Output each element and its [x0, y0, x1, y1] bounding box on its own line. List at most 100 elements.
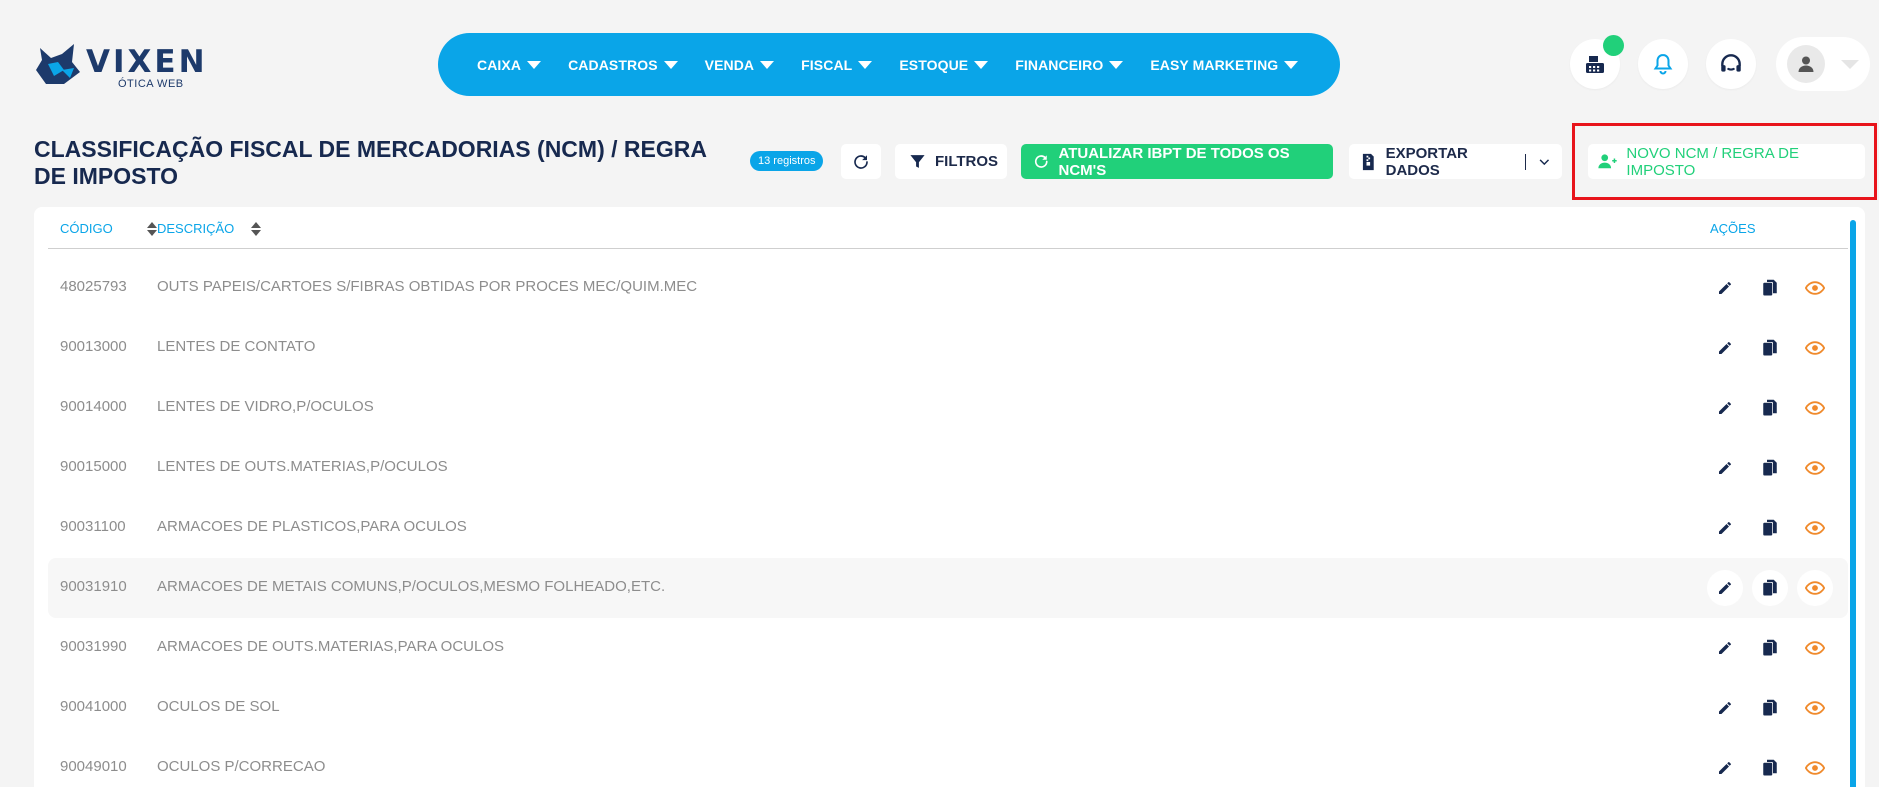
copy-button[interactable] — [1752, 390, 1788, 426]
edit-button[interactable] — [1707, 330, 1743, 366]
caret-down-icon — [974, 61, 989, 69]
nav-label: FINANCEIRO — [1015, 56, 1104, 73]
sort-icon[interactable] — [251, 221, 262, 236]
nav-caixa[interactable]: CAIXA — [477, 57, 542, 73]
caret-down-icon — [663, 61, 678, 69]
copy-button[interactable] — [1752, 630, 1788, 666]
copy-icon — [1763, 579, 1777, 596]
column-header-actions: AÇÕES — [1710, 221, 1756, 236]
edit-button[interactable] — [1707, 750, 1743, 786]
caret-down-icon — [760, 61, 775, 69]
view-button[interactable] — [1797, 390, 1833, 426]
pencil-icon — [1719, 402, 1731, 414]
notifications-button[interactable] — [1638, 39, 1688, 89]
table-row[interactable]: 48025793 OUTS PAPEIS/CARTOES S/FIBRAS OB… — [48, 258, 1848, 318]
eye-icon — [1805, 761, 1825, 775]
ncm-description: LENTES DE VIDRO,P/OCULOS — [157, 398, 374, 415]
nav-fiscal[interactable]: FISCAL — [801, 56, 873, 73]
table-row[interactable]: 90041000 OCULOS DE SOL — [48, 678, 1848, 738]
nav-financeiro[interactable]: FINANCEIRO — [1015, 56, 1124, 73]
caret-down-icon — [1109, 61, 1124, 69]
table-row[interactable]: 90031910 ARMACOES DE METAIS COMUNS,P/OCU… — [48, 558, 1848, 618]
export-data-button[interactable]: EXPORTAR DADOS — [1349, 144, 1562, 179]
edit-button[interactable] — [1707, 690, 1743, 726]
pencil-icon — [1719, 702, 1731, 714]
copy-button[interactable] — [1752, 690, 1788, 726]
export-label: EXPORTAR DADOS — [1385, 144, 1468, 179]
table-row[interactable]: 90015000 LENTES DE OUTS.MATERIAS,P/OCULO… — [48, 438, 1848, 498]
view-button[interactable] — [1797, 570, 1833, 606]
column-header-label: DESCRIÇÃO — [157, 221, 235, 236]
view-button[interactable] — [1797, 630, 1833, 666]
copy-button[interactable] — [1752, 450, 1788, 486]
pencil-icon — [1719, 642, 1731, 654]
nav-easy-marketing[interactable]: EASY MARKETING — [1150, 56, 1299, 73]
nav-cadastros[interactable]: CADASTROS — [568, 57, 678, 73]
scrollbar[interactable] — [1850, 220, 1856, 787]
sort-icon[interactable] — [146, 221, 157, 236]
new-ncm-button[interactable]: NOVO NCM / REGRA DE IMPOSTO — [1588, 144, 1865, 179]
nav-venda[interactable]: VENDA — [705, 57, 775, 73]
ncm-description: LENTES DE CONTATO — [157, 338, 316, 355]
column-header-code[interactable]: CÓDIGO — [60, 221, 157, 236]
nav-label: EASY MARKETING — [1150, 56, 1279, 73]
copy-icon — [1763, 459, 1777, 476]
ncm-description: ARMACOES DE METAIS COMUNS,P/OCULOS,MESMO… — [157, 578, 666, 595]
edit-button[interactable] — [1707, 510, 1743, 546]
refresh-button[interactable] — [841, 144, 881, 179]
logo[interactable]: VIXEN ÓTICA WEB — [34, 40, 224, 92]
column-header-description[interactable]: DESCRIÇÃO — [157, 221, 262, 236]
table-row[interactable]: 90013000 LENTES DE CONTATO — [48, 318, 1848, 378]
records-count-badge: 13 registros — [750, 151, 824, 171]
edit-button[interactable] — [1707, 270, 1743, 306]
table-header: CÓDIGO DESCRIÇÃO AÇÕES — [48, 207, 1848, 249]
view-button[interactable] — [1797, 450, 1833, 486]
table-row[interactable]: 90014000 LENTES DE VIDRO,P/OCULOS — [48, 378, 1848, 438]
copy-icon — [1763, 699, 1777, 716]
table-row[interactable]: 90049010 OCULOS P/CORRECAO — [48, 738, 1848, 787]
support-button[interactable] — [1706, 39, 1756, 89]
ncm-code: 90041000 — [60, 698, 127, 715]
eye-icon — [1805, 701, 1825, 715]
copy-button[interactable] — [1752, 270, 1788, 306]
copy-button[interactable] — [1752, 570, 1788, 606]
copy-icon — [1763, 759, 1777, 776]
pencil-icon — [1719, 582, 1731, 594]
eye-icon — [1805, 281, 1825, 295]
filter-icon — [910, 155, 925, 168]
update-ibpt-button[interactable]: ATUALIZAR IBPT DE TODOS OS NCM'S — [1021, 144, 1333, 179]
nav-label: FISCAL — [801, 56, 853, 73]
copy-button[interactable] — [1752, 510, 1788, 546]
table-row[interactable]: 90031100 ARMACOES DE PLASTICOS,PARA OCUL… — [48, 498, 1848, 558]
chevron-down-icon[interactable] — [1538, 155, 1551, 169]
copy-icon — [1763, 519, 1777, 536]
add-user-icon — [1598, 154, 1617, 169]
ncm-code: 90013000 — [60, 338, 127, 355]
eye-icon — [1805, 401, 1825, 415]
copy-button[interactable] — [1752, 330, 1788, 366]
edit-button[interactable] — [1707, 390, 1743, 426]
copy-icon — [1763, 279, 1777, 296]
edit-button[interactable] — [1707, 630, 1743, 666]
user-menu[interactable] — [1776, 37, 1870, 91]
edit-button[interactable] — [1707, 450, 1743, 486]
table-row[interactable]: 90031990 ARMACOES DE OUTS.MATERIAS,PARA … — [48, 618, 1848, 678]
view-button[interactable] — [1797, 510, 1833, 546]
view-button[interactable] — [1797, 330, 1833, 366]
new-ncm-label: NOVO NCM / REGRA DE IMPOSTO — [1626, 144, 1799, 179]
ncm-description: OCULOS DE SOL — [157, 698, 280, 715]
nav-estoque[interactable]: ESTOQUE — [899, 57, 989, 73]
copy-button[interactable] — [1752, 750, 1788, 786]
filters-button[interactable]: FILTROS — [895, 144, 1007, 179]
pencil-icon — [1719, 342, 1731, 354]
column-header-label: CÓDIGO — [60, 221, 113, 236]
edit-button[interactable] — [1707, 570, 1743, 606]
pencil-icon — [1719, 762, 1731, 774]
logo-brand: VIXEN — [86, 44, 208, 80]
view-button[interactable] — [1797, 270, 1833, 306]
ncm-description: ARMACOES DE PLASTICOS,PARA OCULOS — [157, 518, 467, 535]
ncm-code: 90014000 — [60, 398, 127, 415]
view-button[interactable] — [1797, 690, 1833, 726]
view-button[interactable] — [1797, 750, 1833, 786]
copy-icon — [1763, 339, 1777, 356]
